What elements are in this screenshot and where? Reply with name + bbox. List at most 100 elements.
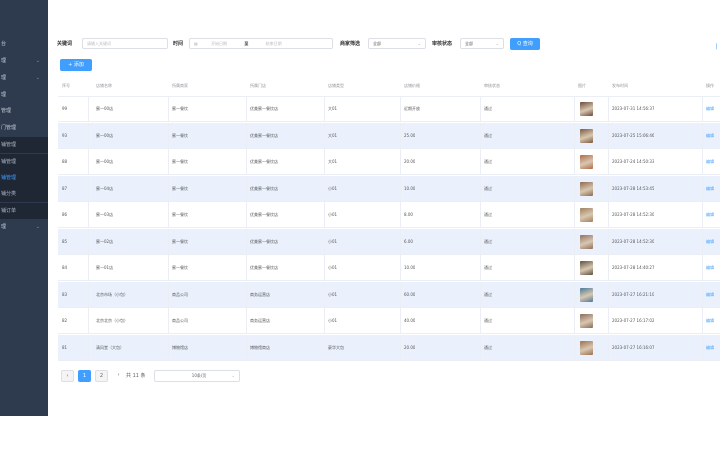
shop-thumbnail[interactable]: [580, 102, 593, 116]
column-divider: [246, 308, 247, 334]
shop-thumbnail[interactable]: [580, 128, 593, 143]
cell-store: 商务运营店: [250, 291, 270, 297]
table-row[interactable]: 85 蜜一02店 蜜一餐饮 优美蜜一餐饮店 小01 6.00 通过 2023-07-28 14…: [58, 228, 720, 255]
next-page-button[interactable]: ›: [112, 370, 125, 382]
column-divider: [574, 228, 575, 255]
sidebar-item-label: 管理: [1, 108, 12, 114]
edit-link[interactable]: 编辑: [706, 123, 714, 149]
column-divider: [324, 308, 325, 334]
column-header-price: 店铺价格: [404, 83, 420, 88]
column-divider: [480, 228, 481, 255]
column-divider: [608, 175, 609, 202]
edit-link[interactable]: 编辑: [706, 229, 714, 255]
sidebar-item[interactable]: 台: [0, 36, 48, 52]
table-row[interactable]: 87 蜜一04店 蜜一餐饮 优美蜜一餐饮店 小01 10.00 通过 2023-07-28 1…: [58, 175, 720, 202]
cell-merchant: 蜜一餐饮: [172, 238, 188, 244]
sidebar-item[interactable]: 理 ⌄: [0, 53, 48, 69]
shop-thumbnail[interactable]: [580, 287, 593, 302]
cell-status: 通过: [484, 344, 492, 350]
column-divider: [608, 96, 609, 122]
column-divider: [324, 255, 325, 281]
time-label: 时间: [173, 41, 184, 47]
column-divider: [574, 281, 575, 308]
sidebar-item-label: 门管理: [1, 125, 17, 131]
cell-store: 优美蜜一餐饮店: [250, 238, 278, 244]
column-header-merchant: 所属商家: [172, 83, 188, 88]
column-divider: [324, 149, 325, 175]
edit-link[interactable]: 编辑: [706, 255, 714, 281]
cell-merchant: 蜜一餐饮: [172, 185, 188, 191]
sidebar-item[interactable]: 铺管理: [0, 154, 48, 170]
column-divider: [88, 334, 89, 361]
chevron-down-icon: ⌄: [231, 373, 235, 378]
table-row[interactable]: 83 北京市场（小包） 商品公司 商务运营店 小01 60.00 通过 2023-07-27 …: [58, 281, 720, 308]
add-button[interactable]: + 添加: [60, 59, 92, 71]
shop-thumbnail[interactable]: [580, 261, 593, 275]
search-button[interactable]: Q 查询: [510, 38, 540, 50]
column-divider: [608, 308, 609, 334]
table-row[interactable]: 99 蜜一00店 蜜一餐饮 优美蜜一餐饮店 大01 近期开放 通过 2023-07-31 14…: [58, 96, 720, 122]
cell-name: 蜜一02店: [96, 238, 114, 244]
table-row[interactable]: 82 北京北京（小包） 商品公司 商务运营店 小01 40.00 通过 2023-07-27 …: [58, 308, 720, 334]
edit-link[interactable]: 编辑: [706, 282, 714, 308]
column-divider: [702, 96, 703, 122]
column-header-img: 图片: [578, 83, 586, 88]
keyword-input[interactable]: 请输入关键词: [82, 38, 168, 49]
column-divider: [608, 202, 609, 228]
page-size-select[interactable]: 10条/页 ⌄: [154, 370, 240, 382]
audit-filter-select[interactable]: 全部 ⌄: [460, 38, 504, 49]
cell-time: 2023-07-28 14:40:27: [612, 265, 655, 270]
shop-thumbnail[interactable]: [580, 314, 593, 328]
cell-type: 小01: [328, 318, 338, 323]
edit-link[interactable]: 编辑: [706, 176, 714, 202]
cell-time: 2023-07-27 16:17:02: [612, 318, 655, 323]
edit-link[interactable]: 编辑: [706, 335, 714, 361]
sidebar-item[interactable]: 铺管理: [0, 170, 48, 186]
shop-thumbnail[interactable]: [580, 234, 593, 249]
column-divider: [608, 228, 609, 255]
sidebar-item[interactable]: 理 ⌄: [0, 70, 48, 86]
cell-id: 93: [62, 132, 68, 138]
column-divider: [702, 281, 703, 308]
cell-price: 40.00: [404, 318, 416, 323]
table-row[interactable]: 93 蜜一00店 蜜一餐饮 优美蜜一餐饮店 大01 25.00 通过 2023-07-25 1…: [58, 122, 720, 149]
shop-thumbnail[interactable]: [580, 208, 593, 222]
column-divider: [480, 308, 481, 334]
column-divider: [246, 122, 247, 149]
shop-filter-select[interactable]: 全部 ⌄: [368, 38, 426, 49]
page-2-button[interactable]: 2: [95, 370, 108, 382]
shop-thumbnail[interactable]: [580, 155, 593, 169]
cell-name: 蜜一00店: [96, 132, 114, 138]
prev-page-button[interactable]: ‹: [61, 370, 74, 382]
sidebar-item[interactable]: 管理: [0, 103, 48, 119]
sidebar-item[interactable]: 理: [0, 87, 48, 103]
column-divider: [246, 255, 247, 281]
column-divider: [168, 255, 169, 281]
sidebar-item[interactable]: 铺分类: [0, 186, 48, 202]
column-divider: [400, 308, 401, 334]
edit-link[interactable]: 编辑: [706, 308, 714, 334]
cell-price: 25.00: [404, 132, 416, 138]
edit-link[interactable]: 编辑: [706, 149, 714, 175]
date-range-picker[interactable]: ▦ 开始日期 至 结束日期: [189, 38, 333, 49]
sidebar-item[interactable]: 门管理: [0, 120, 48, 136]
table-row[interactable]: 88 蜜一00店 蜜一餐饮 优美蜜一餐饮店 大01 20.00 通过 2023-07-24 1…: [58, 149, 720, 175]
sidebar-item[interactable]: 理 ⌄: [0, 219, 48, 235]
column-divider: [702, 334, 703, 361]
cell-id: 85: [62, 238, 68, 244]
table-row[interactable]: 86 蜜一03店 蜜一餐饮 优美蜜一餐饮店 小01 8.00 通过 2023-07-28 14…: [58, 202, 720, 228]
edit-link[interactable]: 编辑: [706, 202, 714, 228]
cell-type: 小01: [328, 212, 338, 217]
table-row[interactable]: 84 蜜一01店 蜜一餐饮 优美蜜一餐饮店 小01 10.00 通过 2023-07-28 1…: [58, 255, 720, 281]
column-divider: [88, 96, 89, 122]
cell-time: 2023-07-27 16:16:07: [612, 344, 655, 350]
sidebar-item[interactable]: 铺管理: [0, 137, 48, 153]
edit-link[interactable]: 编辑: [706, 96, 714, 122]
keyword-label: 关键词: [57, 41, 73, 47]
page-1-button[interactable]: 1: [78, 370, 91, 382]
shop-thumbnail[interactable]: [580, 181, 593, 196]
column-divider: [574, 96, 575, 122]
table-row[interactable]: 81 清风堂（大包） 博物馆店 博物馆商店 豪华大包 20.00 通过 2023-07-27 …: [58, 334, 720, 361]
sidebar-item[interactable]: 铺订单: [0, 203, 48, 219]
shop-thumbnail[interactable]: [580, 340, 593, 355]
